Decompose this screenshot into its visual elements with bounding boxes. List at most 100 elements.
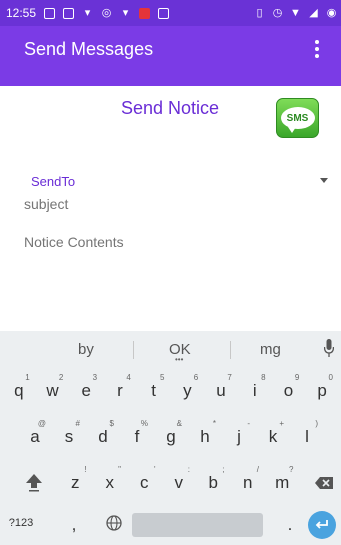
key-label: z — [71, 473, 80, 492]
key-label: k — [268, 427, 278, 446]
key-hint: : — [187, 465, 190, 474]
key-hint: / — [256, 465, 259, 474]
dropdown-arrow-icon[interactable] — [320, 178, 328, 183]
key-i[interactable]: i8 — [238, 371, 272, 411]
key-hint: * — [212, 419, 216, 428]
key-hint: # — [75, 419, 80, 428]
backspace-key[interactable] — [311, 463, 337, 503]
keyboard-row-3: z! x " c ' v: b; n / m? — [0, 463, 341, 503]
shift-icon — [26, 474, 42, 492]
key-label: x — [105, 473, 115, 492]
comma-key[interactable]: , — [64, 507, 84, 543]
key-label: f — [134, 427, 140, 446]
sendto-spinner[interactable]: SendTo — [31, 174, 75, 189]
form-area: Send Notice SMS SendTo — [0, 86, 341, 331]
sms-badge: SMS — [280, 107, 315, 133]
key-v[interactable]: v: — [162, 463, 197, 503]
key-hint: 9 — [294, 373, 300, 382]
key-n[interactable]: n / — [231, 463, 266, 503]
key-u[interactable]: u7 — [204, 371, 238, 411]
key-label: u — [216, 381, 226, 400]
key-label: y — [183, 381, 192, 400]
key-label: n — [243, 473, 253, 492]
key-hint: 7 — [227, 373, 232, 382]
key-p[interactable]: p0 — [305, 371, 339, 411]
key-label: l — [305, 427, 309, 446]
suggestion-1[interactable]: by — [78, 341, 94, 358]
space-key[interactable] — [132, 513, 263, 537]
key-label: g — [166, 427, 176, 446]
key-label: i — [252, 381, 257, 400]
key-x[interactable]: x " — [93, 463, 128, 503]
key-h[interactable]: h * — [188, 417, 222, 457]
key-t[interactable]: t5 — [137, 371, 171, 411]
key-label: s — [64, 427, 74, 446]
key-z[interactable]: z! — [58, 463, 93, 503]
symbols-key[interactable]: ?123 — [4, 507, 38, 539]
key-o[interactable]: o9 — [272, 371, 306, 411]
key-label: d — [98, 427, 108, 446]
comma-key-label: , — [71, 515, 77, 534]
key-hint: 6 — [193, 373, 199, 382]
key-s[interactable]: s # — [52, 417, 86, 457]
suggestion-divider — [133, 341, 134, 359]
key-g[interactable]: g & — [154, 417, 188, 457]
key-m[interactable]: m? — [265, 463, 300, 503]
key-k[interactable]: k + — [256, 417, 290, 457]
key-j[interactable]: j- — [222, 417, 256, 457]
key-w[interactable]: w2 — [36, 371, 70, 411]
more-suggestions-icon[interactable]: ••• — [175, 356, 183, 364]
key-hint: ' — [153, 465, 156, 474]
suggestion-strip: by OK ••• mg — [0, 331, 341, 368]
key-hint: 5 — [160, 373, 165, 382]
symbols-key-label: ?123 — [8, 517, 34, 529]
key-l[interactable]: l) — [290, 417, 324, 457]
key-d[interactable]: d $ — [86, 417, 120, 457]
key-r[interactable]: r4 — [103, 371, 137, 411]
mic-icon[interactable] — [324, 339, 334, 357]
key-label: w — [46, 381, 59, 400]
key-c[interactable]: c ' — [127, 463, 162, 503]
key-hint: ) — [315, 419, 318, 428]
key-q[interactable]: q1 — [2, 371, 36, 411]
key-hint: 1 — [25, 373, 30, 382]
suggestion-3[interactable]: mg — [260, 341, 281, 358]
twitter-icon: ▾ — [84, 6, 91, 19]
key-hint: ; — [222, 465, 225, 474]
key-label: h — [200, 427, 210, 446]
key-label: t — [151, 381, 156, 400]
app-badge-icon — [139, 7, 151, 19]
key-b[interactable]: b; — [196, 463, 231, 503]
key-label: o — [283, 381, 294, 400]
app-bar: Send Messages — [0, 26, 341, 86]
wifi-icon: ▼ — [290, 6, 301, 19]
key-hint: 3 — [92, 373, 98, 382]
key-y[interactable]: y6 — [171, 371, 205, 411]
key-hint: & — [176, 419, 182, 428]
key-e[interactable]: e3 — [69, 371, 103, 411]
notice-contents-input[interactable] — [24, 234, 314, 250]
key-f[interactable]: f% — [120, 417, 154, 457]
status-time: 12:55 — [6, 6, 37, 20]
key-label: p — [317, 381, 327, 400]
enter-key[interactable] — [308, 511, 336, 539]
battery-icon: ◉ — [326, 6, 337, 19]
key-hint: " — [118, 465, 121, 474]
key-label: c — [140, 473, 149, 492]
language-key[interactable] — [101, 507, 127, 539]
keyboard-row-2: a @ s # d $ f% g & h * j - k + l) — [0, 417, 341, 457]
key-label: m — [275, 473, 290, 492]
sms-icon[interactable]: SMS — [276, 98, 319, 138]
key-hint: 4 — [126, 373, 131, 382]
key-label: q — [14, 381, 24, 400]
key-label: a — [30, 427, 40, 446]
subject-input[interactable] — [24, 196, 314, 212]
key-hint: + — [279, 419, 284, 428]
key-a[interactable]: a @ — [18, 417, 52, 457]
overflow-menu-icon[interactable] — [307, 37, 327, 61]
key-hint: - — [247, 419, 250, 428]
period-key[interactable]: . — [280, 507, 300, 543]
shift-key[interactable] — [20, 463, 48, 503]
key-label: e — [81, 381, 91, 400]
keyboard-row-4: ?123 , . — [0, 507, 341, 545]
